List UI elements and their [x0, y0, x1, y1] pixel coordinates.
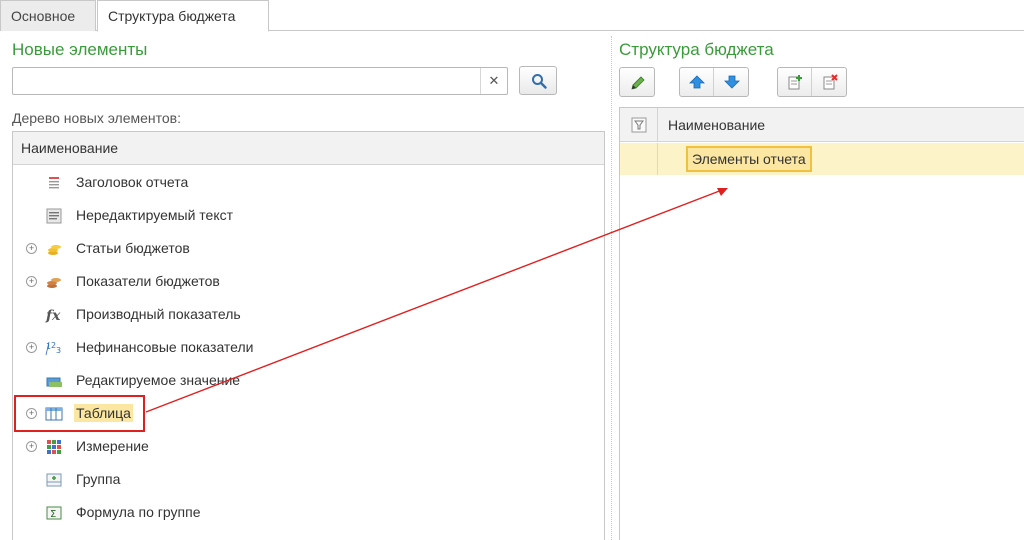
tab-osnovnoe[interactable]: Основное	[0, 0, 96, 31]
text-block-icon	[46, 208, 62, 224]
expand-icon[interactable]: +	[26, 243, 37, 254]
tree-caption: Дерево новых элементов:	[12, 110, 182, 126]
tree-item-editable-value[interactable]: Редактируемое значение	[13, 366, 604, 396]
move-down-button[interactable]	[715, 68, 749, 96]
tab-budget-structure[interactable]: Структура бюджета	[97, 0, 269, 32]
svg-text:fx: fx	[45, 308, 61, 323]
search-button[interactable]	[519, 66, 557, 95]
move-down-icon	[724, 75, 740, 89]
row-marker	[620, 143, 658, 175]
clear-search-button[interactable]: ✕	[480, 68, 507, 94]
function-fx-icon: fx	[45, 308, 61, 323]
indicator-coins-icon	[47, 278, 61, 288]
editable-value-icon	[46, 377, 62, 387]
add-element-icon	[788, 75, 802, 90]
edit-button[interactable]	[619, 67, 655, 97]
tab-bar: Основное Структура бюджета	[0, 0, 1024, 32]
move-up-icon	[689, 75, 705, 89]
column-header-name[interactable]: Наименование	[668, 117, 765, 133]
tree-item-label: Показатели бюджетов	[76, 273, 220, 289]
new-elements-title: Новые элементы	[12, 40, 148, 59]
tree-item-label: Формула по группе	[76, 504, 201, 520]
filter-icon	[631, 117, 647, 133]
tree-item-budget-articles[interactable]: + Статьи бюджетов	[13, 234, 604, 264]
element-buttons-group	[777, 67, 847, 97]
expand-icon[interactable]: +	[26, 441, 37, 452]
search-field[interactable]: ✕	[12, 67, 508, 95]
tree-item-dimension[interactable]: + Измерение	[13, 432, 604, 462]
panel-divider[interactable]	[611, 36, 612, 540]
add-element-button[interactable]	[778, 68, 812, 96]
tree-item-nonfinancial[interactable]: + 123 Нефинансовые показатели	[13, 333, 604, 363]
expand-icon[interactable]: +	[26, 342, 37, 353]
tree-item-budget-indicators[interactable]: + Показатели бюджетов	[13, 267, 604, 297]
tree-item-label: Измерение	[76, 438, 149, 454]
tree-item-label: Заголовок отчета	[76, 174, 189, 190]
tree-item-group-formula[interactable]: Σ Формула по группе	[13, 498, 604, 528]
filter-column[interactable]	[620, 108, 658, 142]
tree-item-derived-indicator[interactable]: fx Производный показатель	[13, 300, 604, 330]
column-header-name[interactable]: Наименование	[13, 132, 604, 165]
svg-text:3: 3	[56, 346, 61, 355]
budget-structure-title: Структура бюджета	[619, 40, 774, 59]
edit-pencil-icon	[631, 76, 645, 90]
svg-text:Σ: Σ	[50, 509, 56, 520]
coins-icon	[48, 245, 61, 255]
move-buttons-group	[679, 67, 749, 97]
tree-item-label: Нефинансовые показатели	[76, 339, 254, 355]
group-icon	[46, 473, 62, 487]
tree-item-label: Группа	[76, 471, 121, 487]
table-row[interactable]: Элементы отчета	[620, 143, 1024, 175]
tree-item-label: Редактируемое значение	[76, 372, 241, 388]
new-elements-tree: Наименование Заголовок отчета Нередактир…	[12, 131, 605, 540]
report-header-icon	[49, 177, 59, 189]
tree-item-label: Производный показатель	[76, 306, 241, 322]
move-up-button[interactable]	[680, 68, 714, 96]
search-input[interactable]	[17, 71, 477, 91]
numeric-123-icon: 1 23	[45, 341, 61, 356]
tree-item-report-header[interactable]: Заголовок отчета	[13, 168, 604, 198]
close-icon: ✕	[488, 73, 500, 88]
budget-structure-table: Наименование Элементы отчета	[619, 107, 1024, 540]
expand-icon[interactable]: +	[26, 276, 37, 287]
sum-formula-icon: Σ	[46, 506, 62, 520]
row-cell-name[interactable]: Элементы отчета	[686, 146, 812, 172]
search-icon	[532, 74, 547, 89]
table-header: Наименование	[620, 108, 1024, 142]
dimension-grid-icon	[47, 440, 61, 454]
delete-element-icon	[823, 74, 838, 90]
tree-item-group[interactable]: Группа	[13, 465, 604, 495]
annotation-highlight-box	[14, 395, 145, 432]
tree-item-static-text[interactable]: Нередактируемый текст	[13, 201, 604, 231]
tree-item-label: Статьи бюджетов	[76, 240, 190, 256]
tree-item-label: Нередактируемый текст	[76, 207, 234, 223]
delete-element-button[interactable]	[813, 68, 847, 96]
